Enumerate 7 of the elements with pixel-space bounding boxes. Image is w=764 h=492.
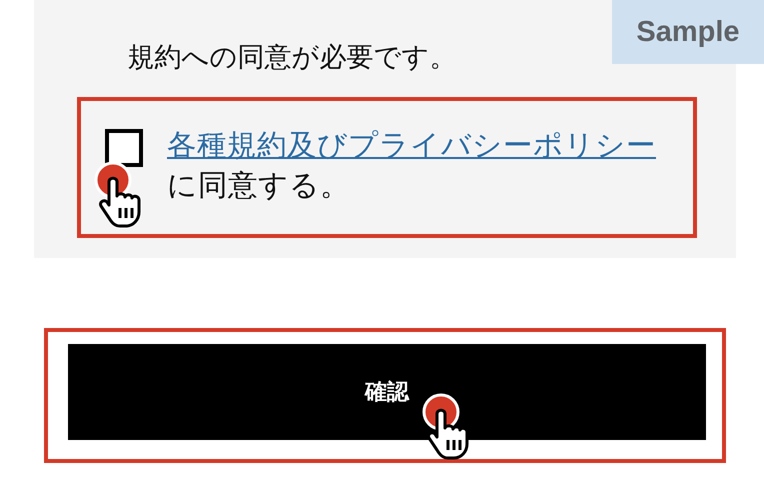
consent-checkbox[interactable] bbox=[105, 129, 143, 167]
tap-hand-icon bbox=[93, 160, 143, 230]
confirm-button[interactable]: 確認 bbox=[68, 344, 706, 440]
notice-text: 規約への同意が必要です。 bbox=[128, 41, 458, 75]
policy-link[interactable]: 各種規約及びプライバシーポリシー bbox=[167, 128, 656, 162]
sample-badge: Sample bbox=[612, 0, 764, 64]
consent-text: 各種規約及びプライバシーポリシー に同意する。 bbox=[167, 127, 657, 204]
